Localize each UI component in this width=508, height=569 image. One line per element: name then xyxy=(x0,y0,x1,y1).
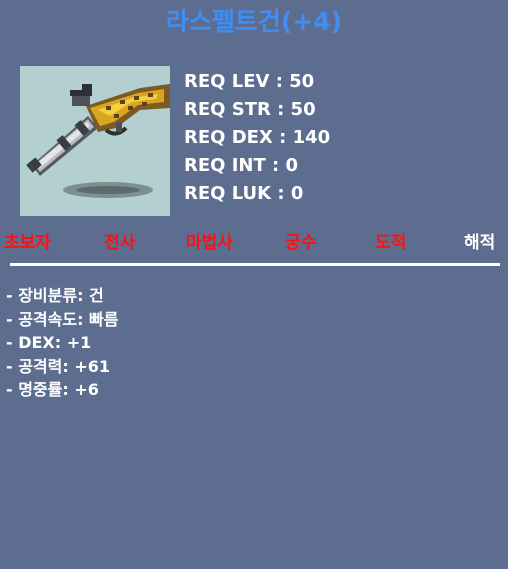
req-luk: REQ LUK : 0 xyxy=(184,183,304,204)
job-list: 초보자 전사 마법사 궁수 도적 해적 xyxy=(0,230,508,256)
stats-list: - 장비분류: 건 - 공격속도: 빠름 - DEX: +1 - 공격력: +6… xyxy=(6,284,119,402)
job-pirate: 해적 xyxy=(464,233,496,253)
job-bowman: 궁수 xyxy=(285,233,317,253)
item-image xyxy=(20,66,170,216)
job-magician: 마법사 xyxy=(186,233,233,253)
req-str: REQ STR : 50 xyxy=(184,99,316,120)
divider xyxy=(10,263,500,266)
req-level: REQ LEV : 50 xyxy=(184,71,315,92)
job-thief: 도적 xyxy=(375,233,407,253)
flintlock-pistol-icon xyxy=(26,84,170,198)
requirements-list: REQ LEV : 50 REQ STR : 50 REQ DEX : 140 … xyxy=(184,68,330,208)
stat-attack-speed: - 공격속도: 빠름 xyxy=(6,309,119,329)
item-name: 라스펠트건(+4) xyxy=(165,7,343,36)
stat-attack: - 공격력: +61 xyxy=(6,356,111,376)
req-dex: REQ DEX : 140 xyxy=(184,127,331,148)
stat-dex: - DEX: +1 xyxy=(6,333,92,352)
job-beginner: 초보자 xyxy=(4,233,51,253)
req-int: REQ INT : 0 xyxy=(184,155,299,176)
stat-accuracy: - 명중률: +6 xyxy=(6,380,99,399)
job-warrior: 전사 xyxy=(104,233,136,253)
stat-category: - 장비분류: 건 xyxy=(6,286,104,305)
